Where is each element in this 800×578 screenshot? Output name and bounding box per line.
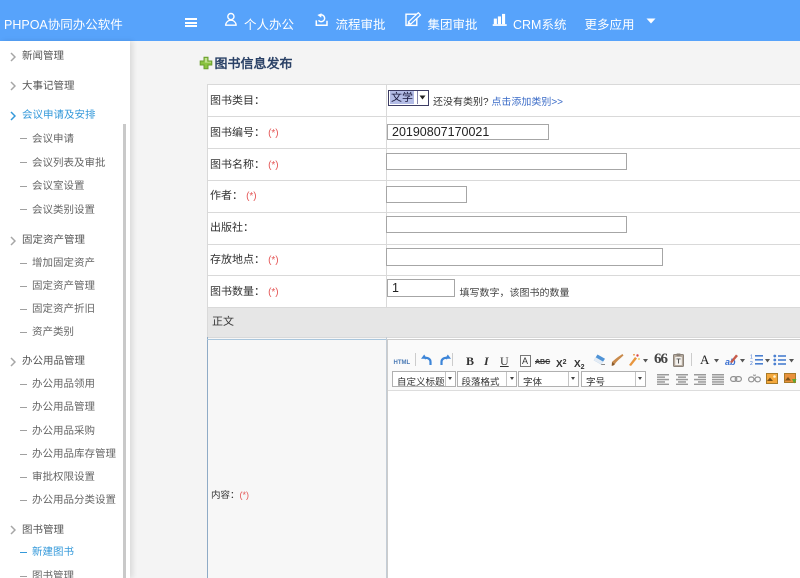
svg-text:2: 2 <box>750 361 753 366</box>
svg-text:1: 1 <box>750 355 753 361</box>
svg-text:T: T <box>676 359 681 366</box>
